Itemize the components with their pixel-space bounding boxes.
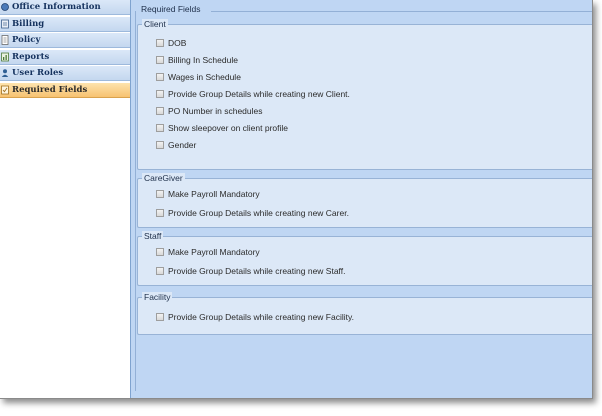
option-label: DOB: [168, 38, 187, 48]
option-facility-group-details[interactable]: Provide Group Details while creating new…: [156, 312, 354, 322]
group-title: Facility: [142, 292, 173, 302]
group-title: Staff: [142, 231, 164, 241]
option-gender[interactable]: Gender: [156, 140, 196, 150]
option-show-sleepover[interactable]: Show sleepover on client profile: [156, 123, 288, 133]
option-wages-in-schedule[interactable]: Wages in Schedule: [156, 72, 241, 82]
sidebar: Office Information Billing Policy Report…: [0, 0, 131, 398]
option-staff-group-details[interactable]: Provide Group Details while creating new…: [156, 266, 346, 276]
sidebar-item-user-roles[interactable]: User Roles: [0, 66, 130, 82]
group-title: CareGiver: [142, 173, 185, 183]
sidebar-item-reports[interactable]: Reports: [0, 49, 130, 65]
checkbox[interactable]: [156, 90, 164, 98]
option-label: Make Payroll Mandatory: [168, 189, 260, 199]
group-title: Client: [142, 19, 168, 29]
option-label: PO Number in schedules: [168, 106, 263, 116]
page-title: Required Fields: [141, 4, 201, 14]
sidebar-item-office-information[interactable]: Office Information: [0, 0, 130, 15]
panel-border: [211, 11, 592, 12]
option-client-group-details[interactable]: Provide Group Details while creating new…: [156, 89, 350, 99]
option-label: Make Payroll Mandatory: [168, 247, 260, 257]
option-label: Show sleepover on client profile: [168, 123, 289, 133]
checkbox[interactable]: [156, 313, 164, 321]
option-label: Gender: [168, 140, 197, 150]
option-billing-in-schedule[interactable]: Billing In Schedule: [156, 55, 238, 65]
app-window: Office Information Billing Policy Report…: [0, 0, 593, 399]
sidebar-item-label: Billing: [12, 18, 45, 29]
option-po-number[interactable]: PO Number in schedules: [156, 106, 263, 116]
checkbox[interactable]: [156, 141, 164, 149]
checkbox[interactable]: [156, 248, 164, 256]
checkbox[interactable]: [156, 39, 164, 47]
policy-icon: [1, 35, 9, 46]
staff-group: Staff Make Payroll Mandatory Provide Gro…: [137, 231, 592, 286]
checkbox[interactable]: [156, 190, 164, 198]
sidebar-item-label: Office Information: [12, 2, 101, 12]
facility-group: Facility Provide Group Details while cre…: [137, 292, 592, 335]
sidebar-item-required-fields[interactable]: Required Fields: [0, 82, 130, 98]
billing-icon: [1, 19, 9, 29]
office-icon: [1, 2, 9, 12]
option-dob[interactable]: DOB: [156, 38, 186, 48]
option-label: Billing In Schedule: [168, 55, 238, 65]
option-staff-payroll-mandatory[interactable]: Make Payroll Mandatory: [156, 247, 260, 257]
client-group: Client DOB Billing In Schedule Wages in …: [137, 19, 592, 170]
checkbox[interactable]: [156, 107, 164, 115]
checkbox[interactable]: [156, 209, 164, 217]
checkbox[interactable]: [156, 124, 164, 132]
option-caregiver-group-details[interactable]: Provide Group Details while creating new…: [156, 208, 349, 218]
option-label: Provide Group Details while creating new…: [168, 312, 354, 322]
sidebar-item-label: Required Fields: [12, 84, 88, 95]
option-label: Provide Group Details while creating new…: [168, 89, 350, 99]
reports-icon: [1, 52, 9, 62]
checkbox[interactable]: [156, 267, 164, 275]
sidebar-item-billing[interactable]: Billing: [0, 16, 130, 32]
option-label: Provide Group Details while creating new…: [168, 266, 346, 276]
user-roles-icon: [1, 68, 9, 78]
sidebar-item-label: Reports: [12, 51, 50, 62]
sidebar-item-label: Policy: [12, 35, 41, 46]
panel-border: [135, 11, 136, 391]
required-fields-icon: [1, 85, 9, 95]
option-label: Provide Group Details while creating new…: [168, 208, 349, 218]
sidebar-item-label: User Roles: [12, 68, 64, 79]
checkbox[interactable]: [156, 73, 164, 81]
caregiver-group: CareGiver Make Payroll Mandatory Provide…: [137, 173, 592, 228]
option-caregiver-payroll-mandatory[interactable]: Make Payroll Mandatory: [156, 189, 260, 199]
sidebar-item-policy[interactable]: Policy: [0, 33, 130, 49]
required-fields-panel: Required Fields Client DOB Billing In Sc…: [131, 0, 592, 398]
option-label: Wages in Schedule: [168, 72, 241, 82]
checkbox[interactable]: [156, 56, 164, 64]
